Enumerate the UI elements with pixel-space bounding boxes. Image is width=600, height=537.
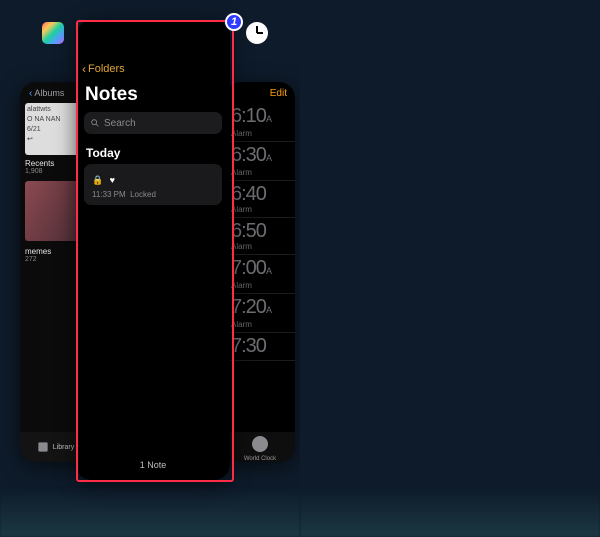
alarm-row[interactable]: 7:30 (225, 333, 295, 361)
note-title: ♥ (110, 175, 115, 185)
alarm-row[interactable]: 6:50Alarm (225, 218, 295, 255)
note-list-item[interactable]: 🔒 ♥ 11:33 PM Locked (84, 164, 222, 205)
step-marker-1: 1 (225, 13, 243, 31)
album-thumb-1[interactable]: alattwts O NA NAN 6/21 ↩︎ (25, 103, 83, 155)
alarm-row[interactable]: 7:00AAlarm (225, 255, 295, 294)
clock-app-icon[interactable] (246, 22, 268, 44)
library-icon[interactable] (36, 440, 50, 454)
note-time: 11:33 PM (92, 190, 126, 199)
tutorial-step-2: ‹Albums alattwts O NA NAN 6/21 ↩︎ Recent… (300, 0, 600, 537)
search-icon (90, 118, 100, 128)
lock-icon: 🔒 (92, 175, 103, 186)
library-tab-label[interactable]: Library (53, 444, 74, 451)
dock-blur (0, 487, 300, 537)
chevron-left-icon: ‹ (25, 86, 34, 99)
albums-tab-label: Albums (34, 88, 64, 98)
clock-app-card[interactable]: Edit 6:10AAlarm 6:30AAlarm 6:40Alarm 6:5… (225, 82, 295, 462)
world-clock-icon[interactable] (248, 432, 272, 456)
notes-app-card[interactable]: ‹ Folders Notes Search Today 🔒 ♥ 11:33 P… (76, 20, 230, 480)
tutorial-step-1: ‹Albums alattwts O NA NAN 6/21 ↩︎ Recent… (0, 0, 300, 537)
album-thumb-2[interactable] (25, 181, 83, 241)
alarm-row[interactable]: 7:20AAlarm (225, 294, 295, 333)
photos-app-icon[interactable] (42, 22, 64, 44)
notes-screen-title: Notes (76, 76, 230, 112)
alarm-row[interactable]: 6:40Alarm (225, 181, 295, 218)
world-clock-tab-label[interactable]: World Clock (244, 456, 276, 462)
alarm-row[interactable]: 6:30AAlarm (225, 142, 295, 181)
clock-tabbar: World Clock (225, 432, 295, 462)
search-field[interactable]: Search (84, 112, 222, 134)
folders-back-button[interactable]: ‹ Folders (76, 48, 230, 76)
dock-blur (300, 487, 600, 537)
note-status: Locked (130, 190, 156, 199)
edit-button[interactable]: Edit (225, 82, 295, 103)
note-count-label: 1 Note (76, 460, 230, 470)
folder-section-title: Today (76, 134, 230, 164)
alarm-row[interactable]: 6:10AAlarm (225, 103, 295, 142)
search-placeholder: Search (104, 118, 136, 129)
chevron-left-icon: ‹ (82, 62, 86, 76)
